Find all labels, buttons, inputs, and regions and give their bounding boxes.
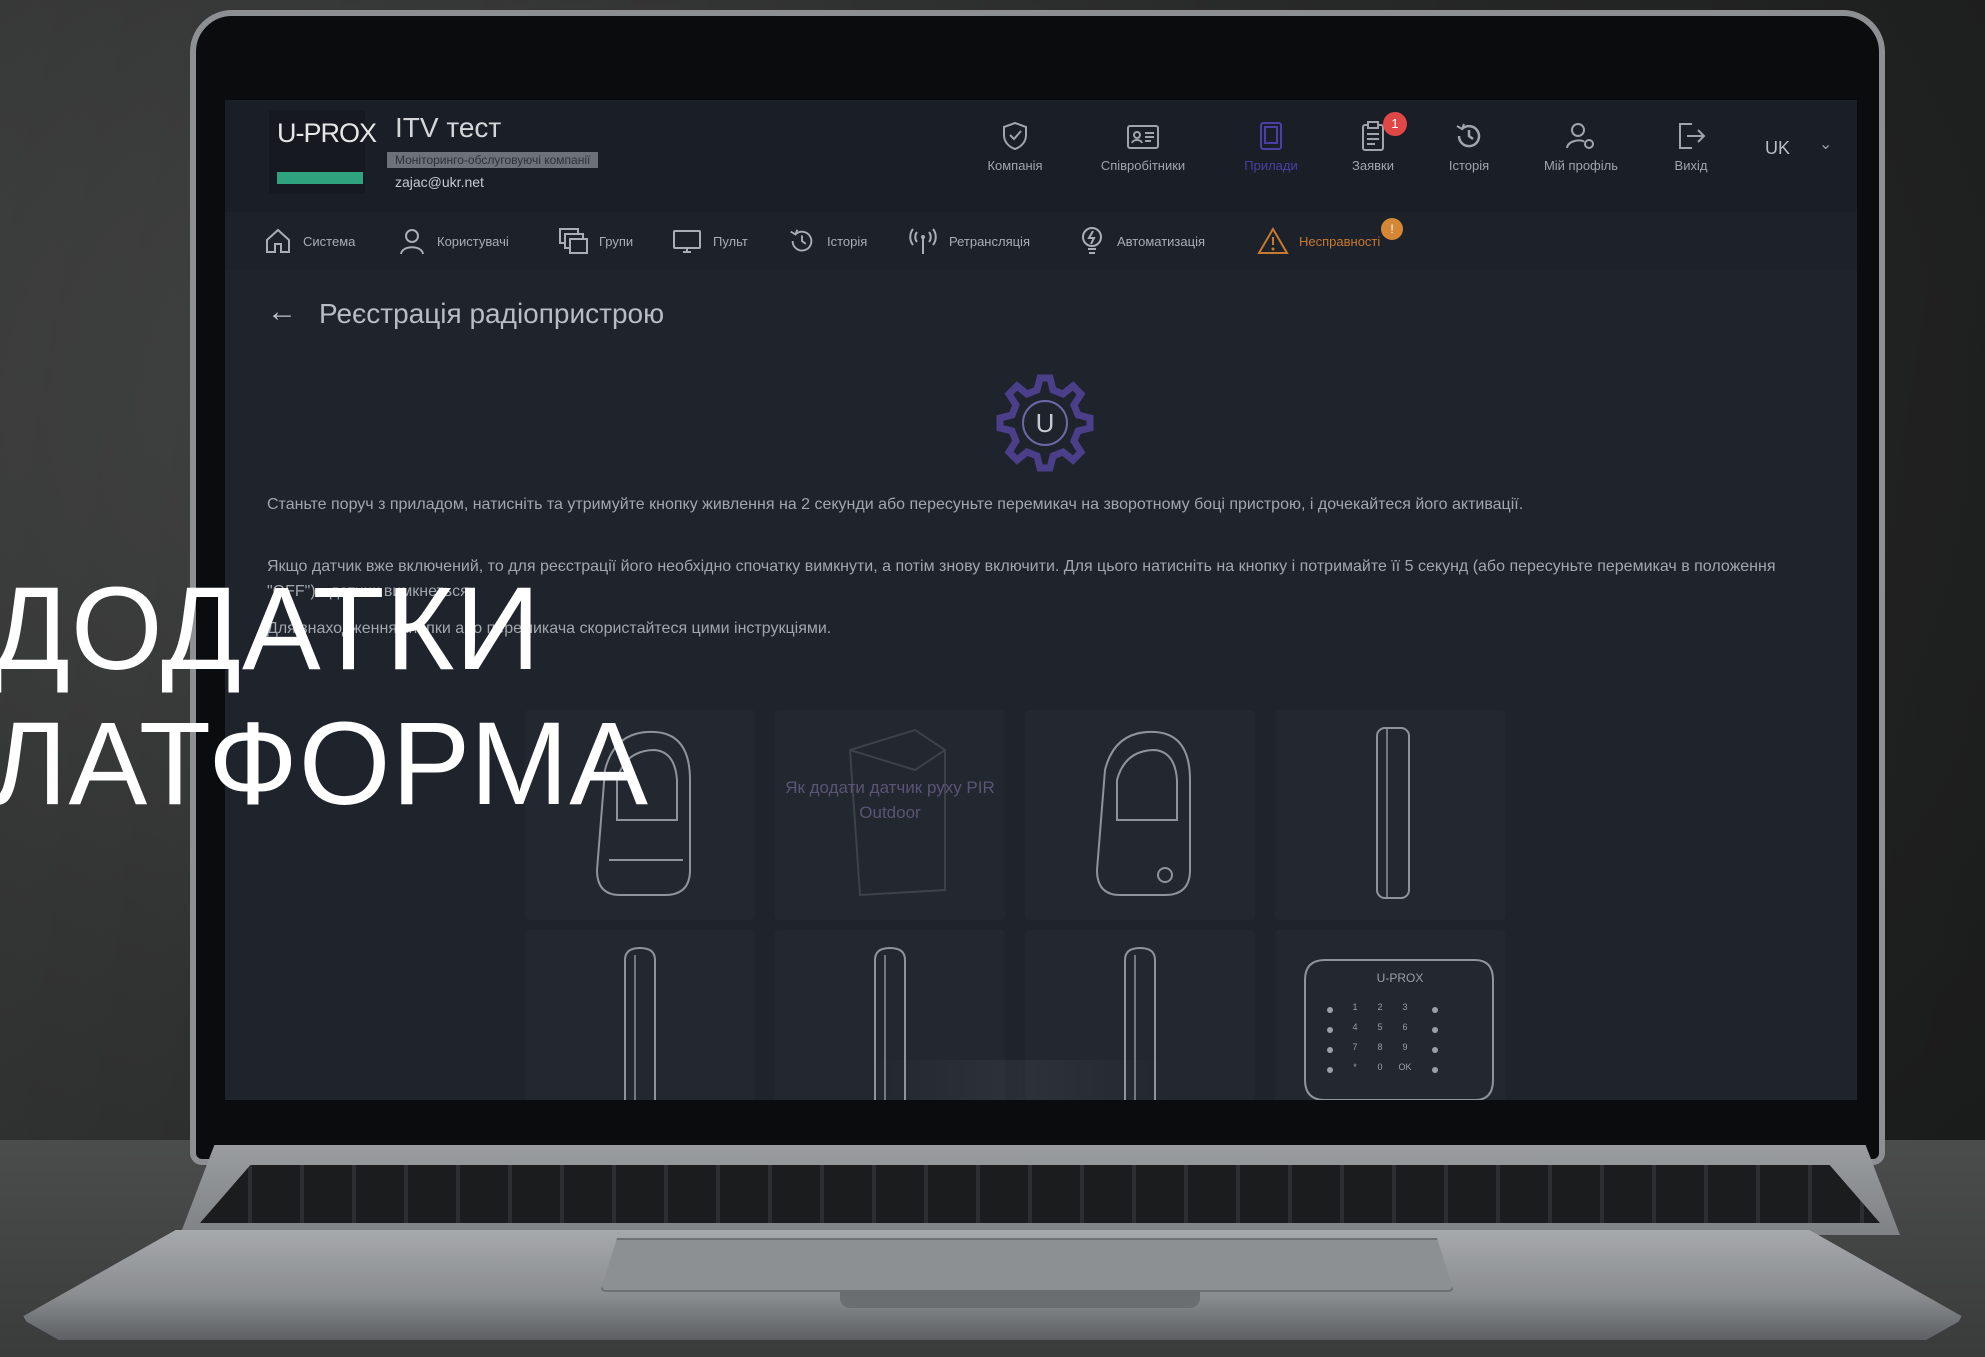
instruction-paragraph-1: Станьте поруч з приладом, натисніть та у… [267,496,1524,513]
subnav-users[interactable]: Користувачі [397,224,509,258]
company-name: ITV тест [395,112,502,143]
subnav-groups[interactable]: Групи [557,224,633,258]
device-card-keypad[interactable]: U-PROX 1 2 3 4 5 6 7 8 9 * 0 OK [1275,930,1505,1100]
company-email: zajac@ukr.net [395,174,484,190]
subnav-automation[interactable]: Автоматизація [1077,224,1205,258]
topnav-employees[interactable]: Співробітники [1083,120,1203,190]
shield-icon [1003,121,1027,151]
warning-icon [1257,227,1289,254]
topnav-logout-label: Вихід [1674,158,1708,173]
subnav-automation-label: Автоматизація [1117,233,1205,249]
history-icon [790,229,813,252]
topnav-logout[interactable]: Вихід [1631,120,1751,190]
history-icon [1456,123,1481,148]
device-icon [1260,122,1282,150]
gear-logo: U [970,358,1120,493]
back-arrow-icon[interactable]: ← [267,297,297,327]
keypad-key: OK [1398,1062,1411,1072]
subnav-system[interactable]: Система [263,224,355,258]
screen-glare [870,1060,1170,1100]
pir-camera-icon [1095,730,1191,896]
device-card-caption[interactable]: Як додати датчик руху PIR Outdoor [775,775,1005,825]
subnav-history[interactable]: Історія [787,224,867,258]
page-title: Реєстрація радіопристрою [319,298,665,329]
keypad-key: 1 [1352,1002,1357,1012]
keypad-key: 6 [1402,1022,1407,1032]
subnav-system-label: Система [303,233,356,249]
faults-badge: ! [1381,218,1403,240]
overlay-headline-line-1: ДОДАТКИ [0,563,542,695]
company-role-badge: Моніторинго-обслуговуючі компанії [387,152,599,168]
gear-icon: U [996,374,1094,472]
profile-gear-icon [1566,123,1594,149]
device-card-bar-1[interactable] [525,930,755,1100]
keypad-icon: U-PROX 1 2 3 4 5 6 7 8 9 * 0 OK [1304,959,1494,1100]
groups-icon [559,228,588,254]
subnav-relay-label: Ретрансляція [949,233,1030,249]
device-card-door-sensor[interactable] [1275,710,1505,920]
subnav-faults-label: Несправності [1299,233,1381,249]
chevron-down-icon[interactable]: ⌄ [1819,134,1832,154]
home-icon [266,228,290,253]
subnav-history-label: Історія [827,233,868,249]
app-header: U-PROX ITV тест Моніторинго-обслуговуючі… [225,100,1857,212]
keypad-key: * [1353,1062,1357,1072]
topnav-history[interactable]: Історія [1409,120,1529,190]
topnav-profile[interactable]: Мій профіль [1521,120,1641,190]
subnav-users-label: Користувачі [437,233,509,249]
logo-tagline-bar [277,172,363,184]
keypad-key: 9 [1402,1042,1407,1052]
subnav-faults[interactable]: Несправності [1257,224,1380,258]
subnav-groups-label: Групи [599,233,634,249]
topnav-devices-label: Прилади [1244,158,1298,173]
logout-icon [1679,123,1706,149]
keypad-key: 3 [1402,1002,1407,1012]
bar-sensor-icon [624,946,656,1100]
user-icon [400,229,424,255]
topnav-company-label: Компанія [987,158,1043,173]
antenna-icon [909,228,937,254]
section-nav: Система Користувачі Групи Пульт Історія … [225,212,1857,270]
subnav-console[interactable]: Пульт [671,224,748,258]
topnav-requests-label: Заявки [1352,158,1394,173]
device-card-pir-cam[interactable] [1025,710,1255,920]
keypad-key: 7 [1352,1042,1357,1052]
overlay-headline-line-2: ЛАТФОРМА [0,698,649,830]
keypad-brand: U-PROX [1377,971,1424,985]
subnav-relay[interactable]: Ретрансляція [907,224,1030,258]
keypad-key: 8 [1377,1042,1382,1052]
topnav-employees-label: Співробітники [1100,158,1186,173]
door-sensor-icon [1376,727,1410,899]
subnav-console-label: Пульт [713,233,748,249]
laptop-notch [840,1290,1200,1308]
gear-letter: U [1036,408,1055,438]
keypad-key: 0 [1377,1062,1382,1072]
requests-count-badge: 1 [1383,112,1407,136]
keypad-key: 5 [1377,1022,1382,1032]
bulb-icon [1082,227,1102,254]
language-selector[interactable]: UK [1765,138,1790,159]
device-card-pir-outdoor[interactable]: Як додати датчик руху PIR Outdoor [775,710,1005,920]
topnav-company[interactable]: Компанія [955,120,1075,190]
id-card-icon [1127,125,1159,149]
keypad-key: 2 [1377,1002,1382,1012]
keypad-key: 4 [1352,1022,1357,1032]
logo[interactable]: U-PROX [277,118,377,149]
laptop-keyboard [200,1165,1880,1223]
monitor-icon [673,230,701,253]
topnav-profile-label: Мій профіль [1543,158,1619,173]
topnav-history-label: Історія [1448,158,1490,173]
laptop-trackpad [600,1238,1454,1292]
